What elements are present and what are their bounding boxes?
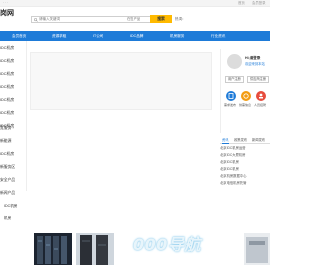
top-link-home[interactable]: 首页 [238, 0, 245, 7]
tab-policy[interactable]: 政策发布 [234, 136, 247, 144]
supply-info-icon[interactable] [241, 91, 251, 101]
publish-demand-icon[interactable] [226, 91, 236, 101]
search-input[interactable] [39, 17, 117, 22]
category-item[interactable]: IDC机房 [0, 56, 26, 66]
section-subtitle: 机房 [4, 216, 12, 220]
category-item[interactable]: 宽服务 › [0, 123, 26, 133]
recruitment-label[interactable]: 人员招聘 [254, 103, 266, 107]
category-item[interactable]: 安全产品 [0, 175, 26, 185]
welcome-text: 欢迎来到本站 [245, 62, 265, 66]
news-tabs: 资讯 政策发布 新闻发布 [220, 136, 270, 144]
top-link-login[interactable]: 会员登录 [252, 0, 266, 7]
nav-item-idc-brands[interactable]: IDC品牌 [130, 31, 143, 41]
category-item[interactable]: IDC机房 [0, 69, 26, 79]
search-icon [34, 18, 38, 22]
supplier-register-button[interactable]: 供应商注册 [247, 76, 269, 83]
news-item[interactable]: 北京电信机房托管 [220, 181, 270, 186]
search-button[interactable]: 搜索 [150, 15, 172, 23]
news-list: 北京IDC机房运营 北京IDC大厦机房 北京IDC机房 北京IDC机房 北京机房… [220, 146, 270, 191]
content-panel [30, 112, 212, 202]
news-item[interactable]: 北京IDC机房 [220, 167, 270, 172]
facility-photo[interactable] [244, 233, 270, 265]
supply-info-label[interactable]: 供需信息 [239, 103, 251, 107]
category-item[interactable]: IDC机房 [0, 149, 26, 159]
tab-press[interactable]: 新闻发布 [252, 136, 265, 144]
nav-item-resources[interactable]: 资源求租 [52, 31, 66, 41]
avatar [227, 54, 242, 69]
hot-words-label: 热词： [175, 17, 186, 21]
tab-news[interactable]: 资讯 [222, 136, 229, 144]
user-card: Hi,请登录 欢迎来到本站 用户注册 供应商注册 需求发布 供需信息 人员招聘 [220, 49, 270, 133]
nav-item-it-companies[interactable]: IT公司 [93, 31, 103, 41]
nav-item-industry-news[interactable]: 行业资讯 [211, 31, 225, 41]
category-item[interactable]: 新能源 [0, 136, 26, 146]
category-item[interactable]: IDC机房 [0, 95, 26, 105]
nav-item-member-home[interactable]: 会员首页 [12, 31, 26, 41]
top-bar-left-text: · · · [3, 1, 9, 5]
news-item[interactable]: 北京IDC机房运营 [220, 146, 270, 151]
news-item[interactable]: 北京IDC机房 [220, 160, 270, 165]
main-nav: 会员首页 资源求租 IT公司 IDC品牌 机房服务 行业资讯 [0, 31, 270, 41]
category-sidebar: IDC机房 IDC机房 IDC机房 IDC机房 IDC机房 IDC机房 IDC机… [0, 41, 27, 195]
news-item[interactable]: 北京IDC大厦机房 [220, 153, 270, 158]
publish-demand-label[interactable]: 需求发布 [224, 103, 236, 107]
watermark-logo: 000导航 [133, 235, 201, 254]
top-bar: · · · 首页 会员登录 [0, 0, 270, 7]
search-scope-select[interactable]: 在售产品 [127, 17, 149, 22]
server-room-photo[interactable] [34, 233, 72, 265]
nav-item-room-services[interactable]: 机房服务 [170, 31, 184, 41]
category-item[interactable]: 新服务区 [0, 162, 26, 172]
site-logo[interactable]: 岗网 [0, 10, 14, 18]
news-item[interactable]: 北京机房数据中心 [220, 174, 270, 179]
register-button[interactable]: 用户注册 [225, 76, 244, 83]
category-item[interactable]: IDC机房 [0, 108, 26, 118]
server-rack-photo[interactable] [76, 233, 114, 265]
banner-carousel[interactable] [30, 52, 212, 110]
recruitment-icon[interactable] [256, 91, 266, 101]
category-item[interactable]: IDC机房 [0, 43, 26, 53]
category-item[interactable]: IDC机房 [0, 82, 26, 92]
category-item[interactable]: 新闻产品 [0, 188, 26, 198]
section-title: IDC机房 [4, 204, 18, 208]
page: · · · 首页 会员登录 岗网 在售产品 搜索 热词： 会员首页 资源求租 I… [0, 0, 270, 265]
login-greeting[interactable]: Hi,请登录 [245, 56, 260, 61]
